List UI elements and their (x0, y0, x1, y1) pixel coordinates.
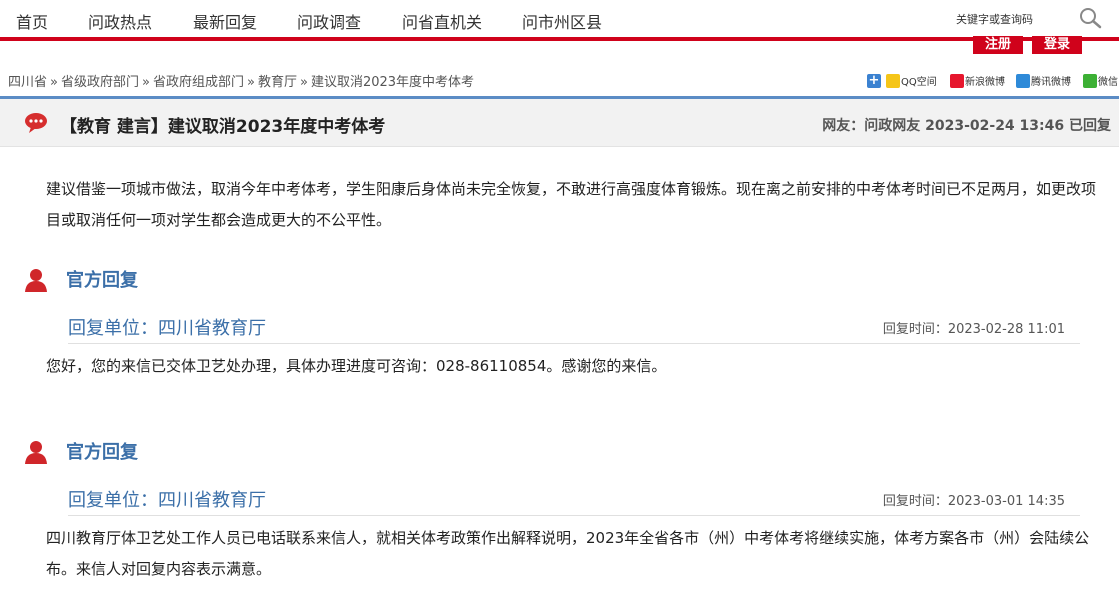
breadcrumb-bar: 四川省» 省级政府部门» 省政府组成部门» 教育厅» 建议取消2023年度中考体考 + … (0, 66, 1119, 94)
reply-time: 回复时间：2023-03-01 14:35 (882, 494, 1065, 509)
breadcrumb-education-dept[interactable]: 教育厅 (258, 75, 297, 90)
nav-home[interactable]: 首页 (16, 9, 48, 33)
reply-text: 四川教育厅体卫艺处工作人员已电话联系来信人，就相关体考政策作出解释说明，2023… (46, 529, 1090, 578)
register-button[interactable]: 注册 (973, 36, 1023, 54)
nav-provincial-depts[interactable]: 问省直机关 (402, 9, 482, 33)
reply-heading-label: 官方回复 (66, 270, 138, 291)
nav-city-districts[interactable]: 问市州区县 (522, 9, 602, 33)
breadcrumb-separator: » (299, 75, 308, 90)
post-meta: 网友：问政网友 2023-02-24 13:46 已回复 (822, 118, 1111, 134)
nav-hot-topics[interactable]: 问政热点 (88, 9, 152, 33)
speech-bubble-icon (25, 113, 47, 133)
weibo-icon (950, 74, 964, 88)
breadcrumb-current: 建议取消2023年度中考体考 (310, 75, 475, 90)
login-button[interactable]: 登录 (1032, 36, 1082, 54)
breadcrumb-separator: » (50, 75, 58, 90)
reply-text: 您好，您的来信已交体卫艺处办理，具体办理进度可咨询：028-86110854。感… (46, 357, 667, 375)
qzone-icon (886, 74, 900, 88)
search-input[interactable] (956, 10, 1066, 28)
reply-divider (68, 515, 1080, 516)
post-content: 建议借鉴一项城市做法，取消今年中考体考，学生阳康后身体尚未完全恢复，不敢进行高强… (46, 180, 1097, 229)
breadcrumb-separator: » (142, 75, 150, 90)
share-wechat[interactable]: 微信 (1083, 73, 1118, 89)
page-title: 【教育 建言】建议取消2023年度中考体考 (60, 117, 386, 137)
nav-latest-replies[interactable]: 最新回复 (193, 9, 257, 33)
reply-unit: 回复单位：四川省教育厅 (68, 318, 266, 339)
post-title-bar: 【教育 建言】建议取消2023年度中考体考 网友：问政网友 2023-02-24… (0, 99, 1119, 147)
breadcrumb-sichuan[interactable]: 四川省 (8, 75, 47, 90)
reply-heading-label: 官方回复 (66, 442, 138, 463)
header-divider (0, 37, 1119, 41)
reply-time: 回复时间：2023-02-28 11:01 (882, 322, 1065, 337)
breadcrumb-gov-departments[interactable]: 省政府组成部门 (153, 75, 244, 90)
search-box (952, 5, 1106, 31)
search-icon[interactable] (1078, 7, 1102, 29)
share-more-button[interactable]: + (867, 73, 882, 89)
person-icon (25, 269, 47, 292)
share-sina-weibo[interactable]: 新浪微博 (950, 73, 1005, 89)
share-qzone[interactable]: QQ空间 (886, 73, 937, 89)
person-icon (25, 441, 47, 464)
share-tencent-weibo[interactable]: 腾讯微博 (1016, 73, 1071, 89)
nav-survey[interactable]: 问政调查 (297, 9, 361, 33)
wechat-icon (1083, 74, 1097, 88)
reply-divider (68, 343, 1080, 344)
breadcrumb: 四川省» 省级政府部门» 省政府组成部门» 教育厅» 建议取消2023年度中考体考 (8, 71, 474, 90)
breadcrumb-provincial-depts[interactable]: 省级政府部门 (61, 75, 139, 90)
tencent-weibo-icon (1016, 74, 1030, 88)
plus-icon: + (867, 73, 881, 88)
top-nav: 首页 问政热点 最新回复 问政调查 问省直机关 问市州区县 (0, 0, 1119, 38)
breadcrumb-separator: » (246, 75, 255, 90)
reply-unit: 回复单位：四川省教育厅 (68, 490, 266, 511)
